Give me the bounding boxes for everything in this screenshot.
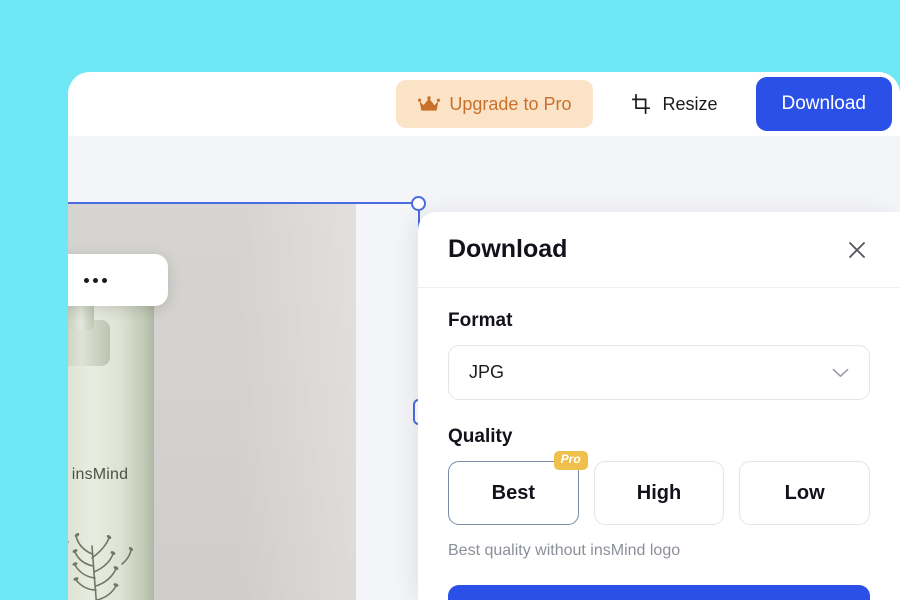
- quality-option-best[interactable]: Best Pro: [448, 451, 588, 525]
- crop-icon: [631, 94, 651, 114]
- element-floating-toolbar: [68, 254, 168, 306]
- download-panel-body: Format JPG Quality Best Pro High Low Bes…: [418, 288, 900, 600]
- more-options-icon: [83, 277, 107, 283]
- botanical-sprig-icon: [68, 533, 134, 600]
- format-select[interactable]: JPG: [448, 345, 870, 400]
- quality-option-low[interactable]: Low: [739, 461, 871, 525]
- quality-option-label: High: [636, 481, 682, 504]
- close-icon[interactable]: [846, 239, 868, 261]
- quality-option-label: Low: [784, 481, 825, 504]
- download-toolbar-label: Download: [781, 93, 867, 114]
- quality-option-label: Best: [491, 481, 536, 504]
- download-confirm-button[interactable]: Download: [448, 585, 870, 600]
- format-selected-value: JPG: [469, 362, 505, 382]
- resize-label: Resize: [662, 93, 718, 114]
- upgrade-to-pro-button[interactable]: Upgrade to Pro: [396, 80, 594, 128]
- bottle-brand-label: insMind: [71, 466, 129, 483]
- product-bottle: insMind: [68, 280, 154, 600]
- download-panel-header: Download: [418, 212, 900, 288]
- resize-button[interactable]: Resize: [619, 82, 729, 126]
- quality-option-high[interactable]: High: [593, 461, 725, 525]
- pro-badge: Pro: [553, 451, 588, 470]
- element-more-options-button[interactable]: [68, 254, 123, 306]
- chevron-down-icon: [832, 368, 849, 378]
- format-section-label: Format: [448, 310, 513, 331]
- download-panel: Download Format JPG Quality Best Pro Hig…: [418, 212, 900, 600]
- upgrade-to-pro-label: Upgrade to Pro: [449, 93, 572, 114]
- quality-section-label: Quality: [448, 426, 513, 447]
- resize-handle-top-right[interactable]: [411, 196, 426, 211]
- quality-options-row: Best Pro High Low: [448, 451, 871, 525]
- download-toolbar-button[interactable]: Download: [755, 77, 892, 131]
- app-window: Upgrade to Pro Resize Download insMind D…: [68, 72, 900, 600]
- quality-hint-text: Best quality without insMind logo: [448, 542, 681, 559]
- top-toolbar: Upgrade to Pro Resize Download: [68, 72, 900, 136]
- download-panel-title: Download: [448, 235, 568, 263]
- crown-icon: [418, 95, 441, 113]
- canvas-area[interactable]: insMind Download Format JPG Quality Best…: [68, 136, 900, 600]
